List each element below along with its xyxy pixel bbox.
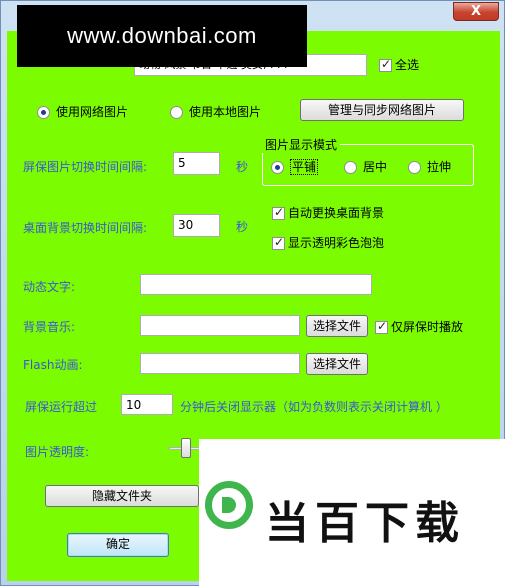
display-mode-title: 图片显示模式 (262, 136, 341, 153)
only-screensaver-play-checkbox[interactable]: 仅屏保时播放 (375, 318, 463, 335)
watermark: www.downbai.com (17, 5, 307, 67)
monitor-off-suffix: 分钟后关闭显示器（如为负数则表示关闭计算机 ） (180, 400, 448, 414)
only-screensaver-play-label: 仅屏保时播放 (391, 320, 464, 334)
auto-change-wallpaper-label: 自动更换桌面背景 (288, 206, 385, 220)
radio-on-icon (37, 106, 50, 119)
use-network-radio[interactable]: 使用网络图片 (37, 103, 128, 120)
select-all-checkbox[interactable]: 全选 (379, 56, 419, 73)
transparency-label: 图片透明度: (25, 445, 90, 459)
dynamic-text-input[interactable] (140, 274, 372, 295)
use-network-label: 使用网络图片 (56, 105, 129, 119)
display-mode-center-label: 居中 (363, 160, 388, 174)
display-mode-stretch-label: 拉伸 (427, 160, 452, 174)
background-music-label: 背景音乐: (23, 320, 76, 334)
background-music-input[interactable] (140, 315, 300, 336)
flash-input[interactable] (140, 353, 300, 374)
choose-music-file-button[interactable]: 选择文件 (306, 315, 368, 337)
brand-logo-icon (205, 481, 253, 529)
screensaver-interval-unit: 秒 (236, 160, 249, 174)
check-icon (272, 235, 285, 250)
monitor-off-minutes-input[interactable]: 10 (121, 394, 173, 415)
hide-folder-button[interactable]: 隐藏文件夹 (45, 485, 199, 507)
monitor-off-prefix: 屏保运行超过 (25, 400, 98, 414)
wallpaper-interval-unit: 秒 (236, 220, 249, 234)
screensaver-interval-label: 屏保图片切换时间间隔: (23, 160, 148, 174)
ok-button[interactable]: 确定 (67, 533, 169, 557)
display-mode-center-radio[interactable]: 居中 (344, 158, 387, 175)
check-icon (272, 205, 285, 220)
display-mode-stretch-radio[interactable]: 拉伸 (408, 158, 451, 175)
radio-off-icon (170, 106, 183, 119)
select-all-check-icon (379, 57, 392, 72)
radio-off-icon (408, 161, 421, 174)
wallpaper-interval-input[interactable]: 30 (173, 214, 220, 237)
brand-overlay: 当百下载 (199, 439, 505, 587)
manage-network-images-button[interactable]: 管理与同步网络图片 (300, 99, 464, 121)
show-bubbles-checkbox[interactable]: 显示透明彩色泡泡 (272, 234, 384, 251)
close-button[interactable]: X (453, 2, 499, 21)
select-all-label: 全选 (395, 58, 420, 72)
flash-label: Flash动画: (23, 358, 83, 372)
settings-window: X 动物 风景 节日 卡通 美女, . . . 全选 使用网络图片 使用本地图片… (0, 0, 505, 587)
radio-on-icon (271, 161, 284, 174)
screensaver-interval-input[interactable]: 5 (173, 152, 220, 175)
brand-text: 当百下载 (265, 498, 465, 549)
dynamic-text-label: 动态文字: (23, 280, 76, 294)
auto-change-wallpaper-checkbox[interactable]: 自动更换桌面背景 (272, 204, 384, 221)
check-icon (375, 319, 388, 334)
choose-flash-file-button[interactable]: 选择文件 (306, 353, 368, 375)
wallpaper-interval-label: 桌面背景切换时间间隔: (23, 221, 148, 235)
use-local-label: 使用本地图片 (189, 105, 262, 119)
display-mode-tile-radio[interactable]: 平铺 (271, 158, 319, 175)
transparency-slider-thumb[interactable] (181, 438, 192, 458)
show-bubbles-label: 显示透明彩色泡泡 (288, 236, 385, 250)
display-mode-tile-label: 平铺 (290, 159, 319, 175)
radio-off-icon (344, 161, 357, 174)
use-local-radio[interactable]: 使用本地图片 (170, 103, 261, 120)
